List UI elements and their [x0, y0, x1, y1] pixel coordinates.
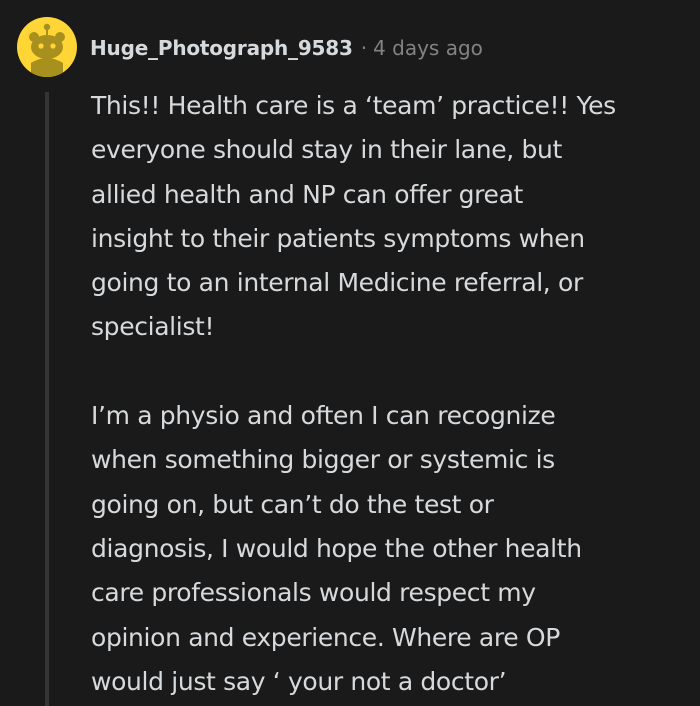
comment: Huge_Photograph_9583 · 4 days ago This!!…	[0, 0, 700, 706]
comment-paragraph: This!! Health care is a ‘team’ practice!…	[91, 91, 616, 342]
separator-dot: ·	[360, 36, 368, 60]
timestamp[interactable]: 4 days ago	[373, 36, 483, 60]
reddit-snoo-icon	[29, 23, 65, 77]
avatar[interactable]	[17, 17, 77, 77]
username-link[interactable]: Huge_Photograph_9583	[90, 36, 353, 60]
comment-body: This!! Health care is a ‘team’ practice!…	[91, 84, 681, 704]
comment-header: Huge_Photograph_9583 · 4 days ago	[90, 32, 483, 64]
comment-paragraph: I’m a physio and often I can recognize w…	[91, 401, 582, 696]
thread-collapse-line[interactable]	[45, 92, 49, 706]
